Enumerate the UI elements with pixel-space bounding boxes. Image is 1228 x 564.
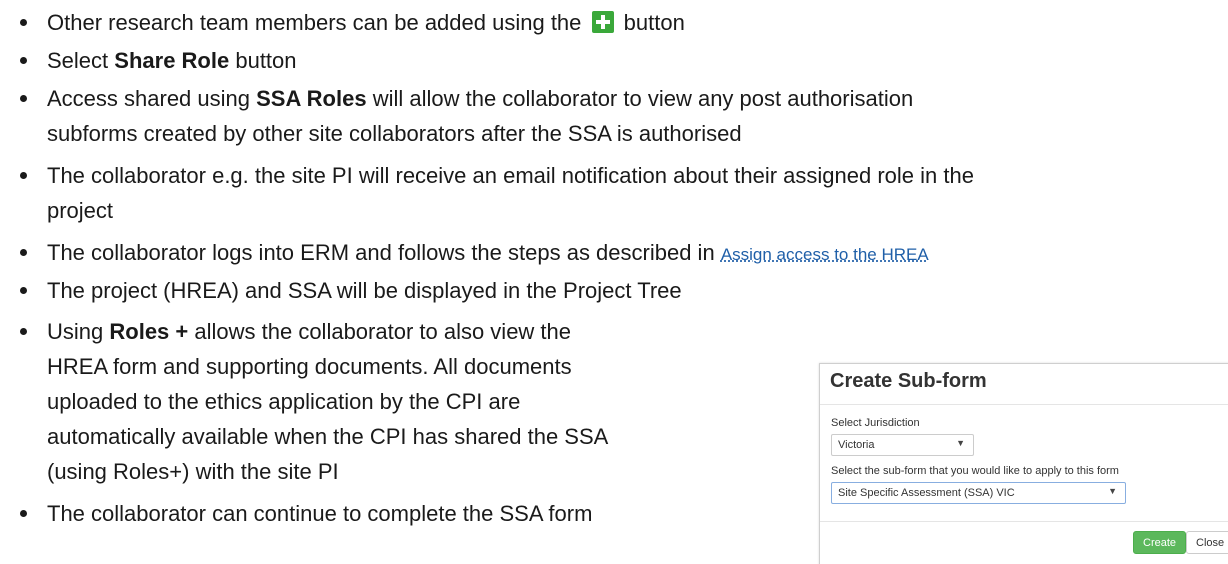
bullet-text: The project (HREA) and SSA will be displ… <box>47 278 682 303</box>
jurisdiction-select[interactable]: Victoria ▼ <box>831 434 974 456</box>
bullet-text-continued: subforms created by other site collabora… <box>47 121 742 146</box>
jurisdiction-label: Select Jurisdiction <box>831 417 920 429</box>
create-button[interactable]: Create <box>1133 531 1187 554</box>
subform-select[interactable]: Site Specific Assessment (SSA) VIC ▼ <box>831 482 1126 504</box>
divider <box>820 521 1228 522</box>
bullet-text: Using Roles + allows the collaborator to… <box>47 319 572 344</box>
bullet-dot <box>20 172 27 179</box>
bullet-text: The collaborator can continue to complet… <box>47 501 593 526</box>
dialog-title: Create Sub-form <box>830 370 987 392</box>
bullet-dot <box>20 287 27 294</box>
create-subform-dialog: Create Sub-form Select Jurisdiction Vict… <box>819 363 1228 564</box>
bullet-text: Other research team members can be added… <box>47 10 685 35</box>
bullet-text: Select Share Role button <box>47 48 297 73</box>
chevron-down-icon: ▼ <box>956 438 965 448</box>
bullet-dot <box>20 510 27 517</box>
bullet-text-continued: automatically available when the CPI has… <box>47 424 609 449</box>
jurisdiction-value: Victoria <box>838 439 875 451</box>
bullet-dot <box>20 19 27 26</box>
chevron-down-icon: ▼ <box>1108 486 1117 496</box>
bullet-dot <box>20 95 27 102</box>
bullet-dot <box>20 249 27 256</box>
bullet-dot <box>20 328 27 335</box>
bullet-text-continued: (using Roles+) with the site PI <box>47 459 339 484</box>
bullet-text: Access shared using SSA Roles will allow… <box>47 86 914 111</box>
bullet-text: The collaborator e.g. the site PI will r… <box>47 163 974 188</box>
bullet-dot <box>20 57 27 64</box>
green-plus-icon <box>591 11 614 33</box>
assign-access-link[interactable]: Assign access to the HREA <box>721 245 929 264</box>
close-button[interactable]: Close <box>1186 531 1228 554</box>
bullet-text-continued: HREA form and supporting documents. All … <box>47 354 572 379</box>
bullet-text-continued: uploaded to the ethics application by th… <box>47 389 521 414</box>
bullet-text: The collaborator logs into ERM and follo… <box>47 240 929 265</box>
divider <box>820 404 1228 405</box>
bullet-text-continued: project <box>47 198 114 223</box>
subform-value: Site Specific Assessment (SSA) VIC <box>838 487 1015 499</box>
subform-label: Select the sub-form that you would like … <box>831 465 1119 477</box>
